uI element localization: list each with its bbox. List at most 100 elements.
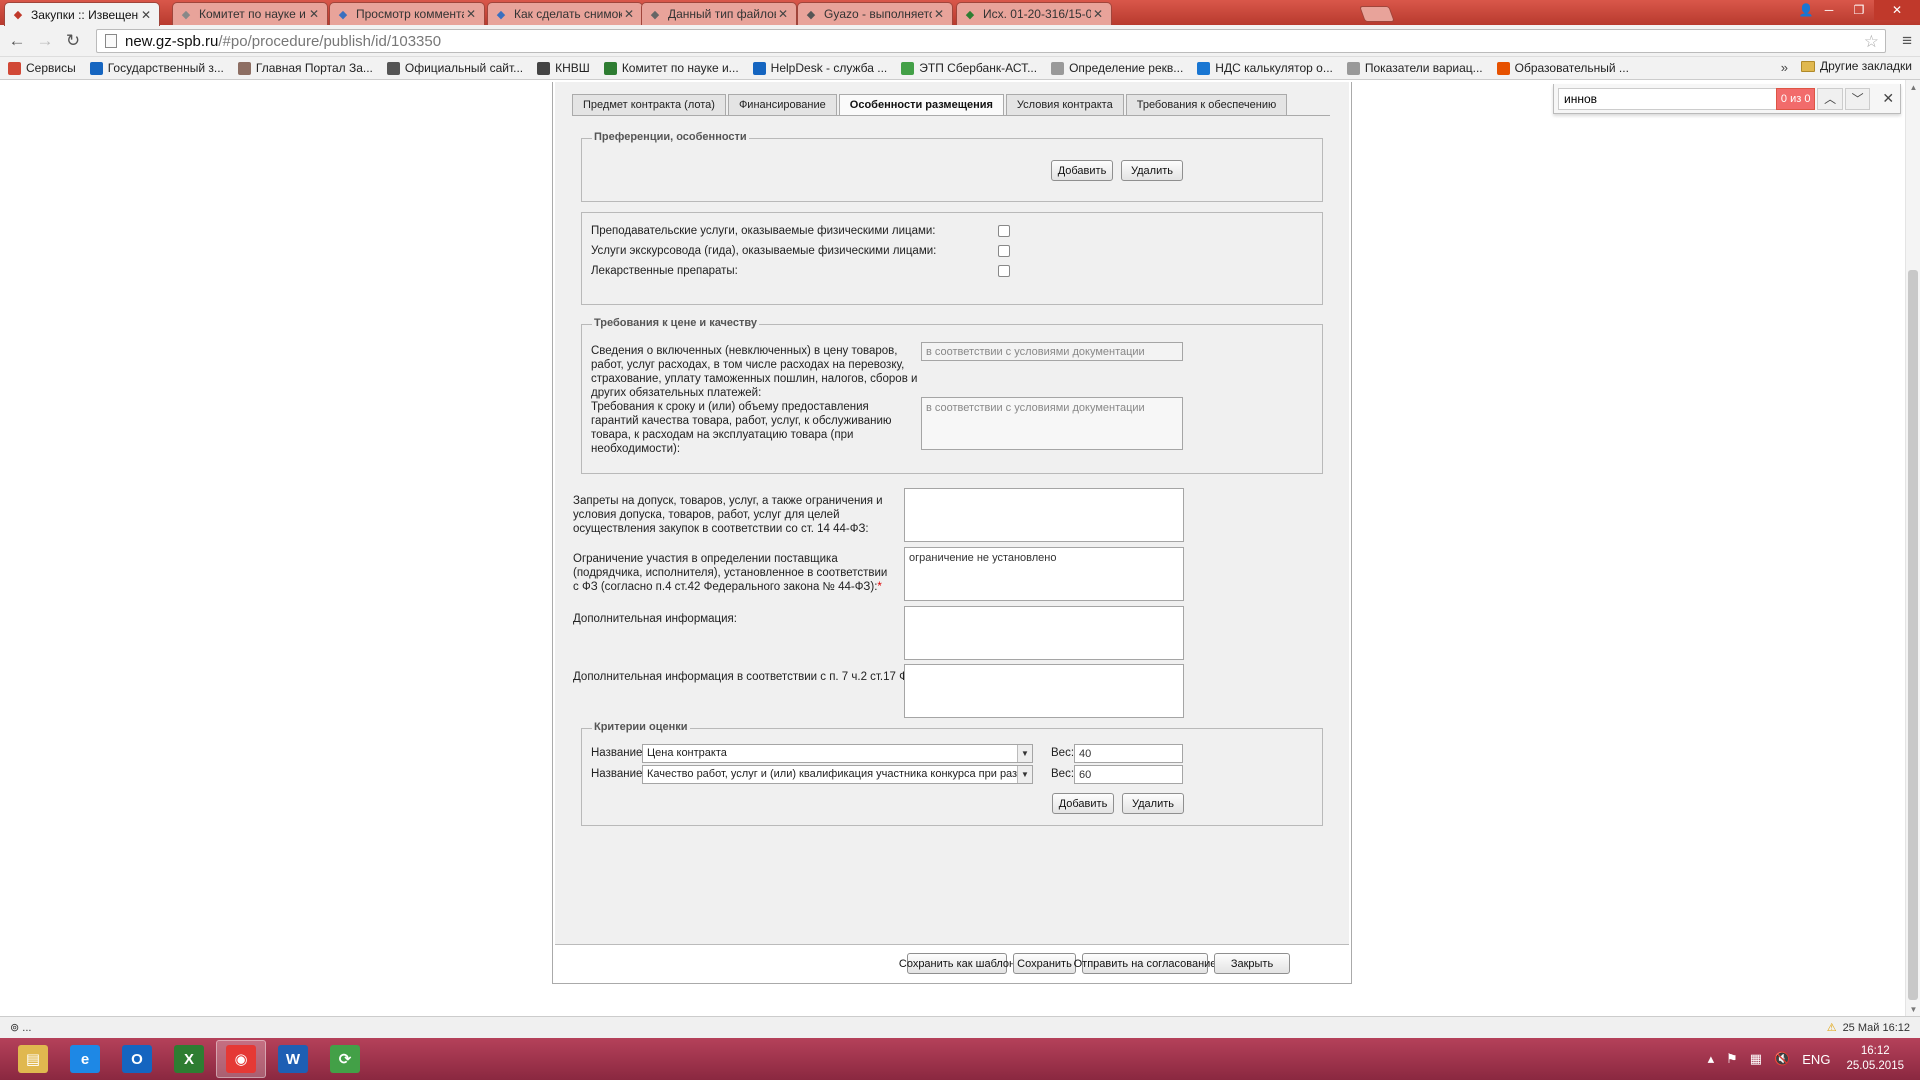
browser-tab[interactable]: ◆ Gyazo - выполняется загр✕ (797, 2, 953, 25)
browser-tab[interactable]: ◆ Комитет по науке и высш✕ (172, 2, 328, 25)
chevron-down-icon[interactable]: ▼ (1017, 766, 1032, 783)
new-tab-button[interactable] (1359, 6, 1395, 22)
browser-tab[interactable]: ◆ Просмотр комментария✕ (329, 2, 485, 25)
preferences-add-button[interactable]: Добавить (1051, 160, 1113, 181)
save-button[interactable]: Сохранить (1013, 953, 1076, 974)
criteria-add-button[interactable]: Добавить (1052, 793, 1114, 814)
bookmark-item[interactable]: Определение рекв... (1051, 61, 1183, 75)
criteria-fieldset: Критерии оценки Название: Цена контракта… (581, 721, 1323, 826)
flag-icon[interactable]: ⚑ (1726, 1051, 1738, 1067)
clock-date: 25.05.2015 (1846, 1060, 1904, 1072)
taskbar-app-internet-explorer[interactable]: e (60, 1040, 110, 1078)
menu-icon[interactable]: ≡ (1902, 31, 1912, 51)
send-approval-button[interactable]: Отправить на согласование (1074, 953, 1216, 974)
close-icon[interactable]: ✕ (307, 7, 321, 21)
bookmark-item[interactable]: КНВШ (537, 61, 590, 75)
form-tab[interactable]: Предмет контракта (лота) (572, 94, 726, 115)
close-icon[interactable]: ✕ (932, 7, 946, 21)
excel-icon: X (174, 1045, 204, 1073)
form-body: Предмет контракта (лота) Финансирование Ос… (555, 82, 1349, 945)
maximize-icon[interactable]: ❐ (1844, 0, 1874, 20)
tray-arrow-icon[interactable]: ▴ (1708, 1051, 1715, 1067)
taskbar-app-explorer[interactable]: ▤ (8, 1040, 58, 1078)
close-icon[interactable]: ✕ (776, 7, 790, 21)
status-bar: ⊚ ... ⚠ 25 Май 16:12 (0, 1016, 1920, 1038)
download-status: ⚠ 25 Май 16:12 (1826, 1021, 1910, 1035)
form-tab[interactable]: Финансирование (727, 94, 837, 115)
browser-tab-strip: ◆Закупки :: Извещение о п✕ ◆Комитет по на… (0, 0, 1920, 26)
chevron-down-icon[interactable]: ▼ (1017, 745, 1032, 762)
bookmark-label: Государственный з... (107, 61, 224, 75)
find-close-icon[interactable]: ✕ (1876, 90, 1900, 107)
bookmark-item[interactable]: Комитет по науке и... (603, 61, 739, 75)
guarantee-label: Требования к сроку и (или) объему предос… (591, 401, 892, 455)
taskbar-app-sync[interactable]: ⟳ (320, 1040, 370, 1078)
checkbox-teaching[interactable] (998, 225, 1010, 237)
volume-icon[interactable]: 🔇 (1774, 1051, 1790, 1067)
criteria-weight-label: Вес: (1051, 768, 1075, 780)
address-bar[interactable]: new.gz-spb.ru/#po/procedure/publish/id/1… (96, 29, 1886, 53)
bookmark-item[interactable]: Государственный з... (89, 61, 224, 75)
bookmark-item[interactable]: НДС калькулятор о... (1197, 61, 1333, 75)
close-icon[interactable]: ✕ (1091, 7, 1105, 21)
restriction-textarea[interactable]: ограничение не установлено (904, 547, 1184, 601)
taskbar-app-chrome[interactable]: ◉ (216, 1040, 266, 1078)
guarantee-textarea[interactable]: в соответствии с условиями документации (921, 397, 1183, 450)
find-input[interactable] (1558, 87, 1777, 110)
bookmark-item[interactable]: Образовательный ... (1496, 61, 1629, 75)
close-icon[interactable]: ✕ (622, 7, 636, 21)
warning-icon: ⚠ (1826, 1022, 1837, 1034)
bookmarks-overflow-button[interactable]: » (1781, 60, 1788, 75)
included-costs-input[interactable]: в соответствии с условиями документации (921, 342, 1183, 361)
taskbar-app-excel[interactable]: X (164, 1040, 214, 1078)
scroll-thumb[interactable] (1908, 270, 1918, 1000)
criteria-select-2[interactable]: Качество работ, услуг и (или) квалификац… (642, 765, 1033, 784)
find-next-icon[interactable]: ﹀ (1844, 87, 1871, 110)
network-icon[interactable]: ▦ (1750, 1051, 1762, 1067)
additional-info2-textarea[interactable] (904, 664, 1184, 718)
bookmark-item[interactable]: HelpDesk - служба ... (752, 61, 887, 75)
bookmark-star-icon[interactable]: ☆ (1864, 32, 1879, 52)
browser-tab[interactable]: ◆ Закупки :: Извещение о п✕ (4, 2, 160, 26)
criteria-delete-button[interactable]: Удалить (1122, 793, 1184, 814)
form-tab[interactable]: Условия контракта (1005, 94, 1124, 115)
bans-textarea[interactable] (904, 488, 1184, 542)
checkbox-medicine[interactable] (998, 265, 1010, 277)
tab-title: Gyazo - выполняется загр (824, 7, 932, 21)
taskbar-app-outlook[interactable]: O (112, 1040, 162, 1078)
browser-tab[interactable]: ◆ Как сделать снимок экра✕ (487, 2, 643, 25)
close-window-icon[interactable]: ✕ (1874, 0, 1920, 20)
forward-icon[interactable]: → (34, 30, 56, 52)
criteria-weight-1[interactable]: 40 (1074, 744, 1183, 763)
taskbar-app-word[interactable]: W (268, 1040, 318, 1078)
other-bookmarks[interactable]: Другие закладки (1801, 59, 1912, 73)
criteria-select-1[interactable]: Цена контракта ▼ (642, 744, 1033, 763)
close-icon[interactable]: ✕ (139, 8, 153, 22)
checkbox-guide[interactable] (998, 245, 1010, 257)
clock[interactable]: 16:12 25.05.2015 (1846, 1044, 1904, 1074)
bookmark-item[interactable]: ЭТП Сбербанк-АСТ... (901, 61, 1037, 75)
language-indicator[interactable]: ENG (1802, 1052, 1830, 1067)
bookmark-item[interactable]: Показатели вариац... (1346, 61, 1483, 75)
scroll-down-icon[interactable]: ▼ (1906, 1002, 1920, 1016)
additional-info-textarea[interactable] (904, 606, 1184, 660)
scroll-up-icon[interactable]: ▲ (1906, 80, 1920, 94)
form-tab[interactable]: Требования к обеспечению (1125, 94, 1288, 115)
find-prev-icon[interactable]: ︿ (1817, 87, 1843, 110)
checkbox-label-medicine: Лекарственные препараты: (591, 265, 738, 277)
bookmark-item[interactable]: Главная Портал За... (237, 61, 373, 75)
browser-tab[interactable]: ◆ Данный тип файлов НЕ п✕ (641, 2, 797, 25)
preferences-delete-button[interactable]: Удалить (1121, 160, 1183, 181)
close-icon[interactable]: ✕ (464, 7, 478, 21)
save-template-button[interactable]: Сохранить как шаблон (899, 953, 1015, 974)
browser-tab[interactable]: ◆ Исх. 01-20-316/15-0-1 от✕ (956, 2, 1112, 25)
page-scrollbar[interactable]: ▲ ▼ (1905, 80, 1920, 1016)
bookmark-item[interactable]: Официальный сайт... (386, 61, 523, 75)
back-icon[interactable]: ← (6, 30, 28, 52)
reload-icon[interactable]: ↻ (62, 30, 84, 52)
minimize-icon[interactable]: ─ (1814, 0, 1844, 20)
criteria-weight-2[interactable]: 60 (1074, 765, 1183, 784)
close-button[interactable]: Закрыть (1214, 953, 1290, 974)
form-tab[interactable]: Особенности размещения (838, 94, 1004, 115)
bookmark-item[interactable]: Сервисы (8, 61, 76, 75)
